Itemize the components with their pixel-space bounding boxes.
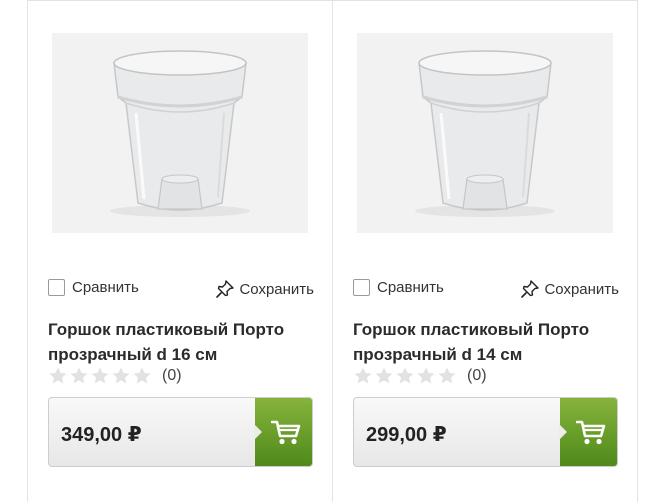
button-notch [254, 424, 262, 440]
star-empty-icon [49, 367, 67, 384]
star-empty-icon [375, 367, 393, 384]
save-button[interactable]: Сохранить [520, 279, 619, 299]
add-to-cart-button[interactable] [559, 398, 617, 466]
compare-checkbox[interactable] [353, 279, 370, 296]
product-title[interactable]: Горшок пластиковый Порто прозрачный d 16… [48, 317, 324, 367]
product-rating: (0) [48, 366, 182, 386]
save-button[interactable]: Сохранить [215, 279, 314, 299]
star-empty-icon [438, 367, 456, 384]
clear-plastic-pot-image [357, 33, 613, 233]
compare-toggle[interactable]: Сравнить [48, 279, 139, 296]
pin-icon [216, 280, 235, 298]
product-price: 299,00 ₽ [366, 424, 447, 446]
rating-count: (0) [467, 367, 487, 384]
add-to-cart-button[interactable] [254, 398, 312, 466]
buy-bar: 299,00 ₽ [353, 397, 618, 467]
product-image[interactable] [357, 33, 613, 233]
product-card: Сравнить Сохранить Горшок пластиковый По… [27, 0, 333, 502]
pin-icon [521, 280, 540, 298]
compare-label: Сравнить [72, 279, 139, 296]
compare-checkbox[interactable] [48, 279, 65, 296]
product-price: 349,00 ₽ [61, 424, 142, 446]
compare-toggle[interactable]: Сравнить [353, 279, 444, 296]
buy-bar: 349,00 ₽ [48, 397, 313, 467]
star-empty-icon [396, 367, 414, 384]
product-image[interactable] [52, 33, 308, 233]
product-title[interactable]: Горшок пластиковый Порто прозрачный d 14… [353, 317, 629, 367]
cart-icon [271, 420, 301, 445]
compare-label: Сравнить [377, 279, 444, 296]
star-empty-icon [70, 367, 88, 384]
product-rating: (0) [353, 366, 487, 386]
rating-count: (0) [162, 367, 182, 384]
star-empty-icon [112, 367, 130, 384]
cart-icon [576, 420, 606, 445]
rating-stars [353, 366, 458, 386]
star-empty-icon [133, 367, 151, 384]
product-card: Сравнить Сохранить Горшок пластиковый По… [332, 0, 638, 502]
save-label: Сохранить [544, 280, 619, 298]
star-empty-icon [354, 367, 372, 384]
star-empty-icon [417, 367, 435, 384]
rating-stars [48, 366, 153, 386]
clear-plastic-pot-image [52, 33, 308, 233]
button-notch [559, 424, 567, 440]
star-empty-icon [91, 367, 109, 384]
save-label: Сохранить [239, 280, 314, 298]
